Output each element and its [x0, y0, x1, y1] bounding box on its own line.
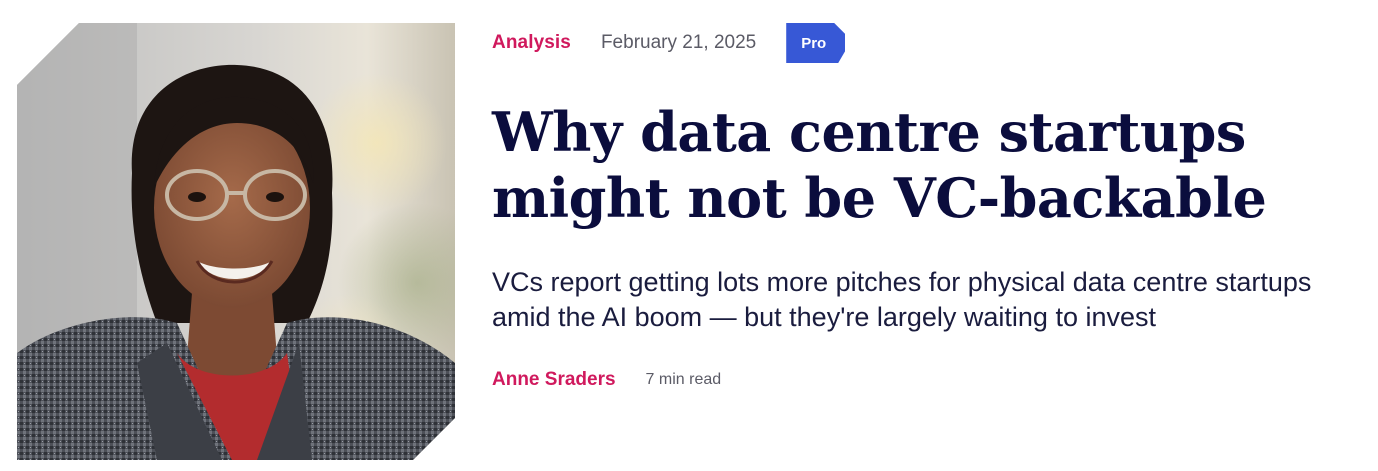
article-content: Analysis February 21, 2025 Pro Why data …	[492, 23, 1372, 391]
author-photo[interactable]	[17, 23, 455, 460]
article-card[interactable]: Analysis February 21, 2025 Pro Why data …	[0, 0, 1378, 471]
publish-date: February 21, 2025	[600, 32, 757, 53]
author-link[interactable]: Anne Sraders	[492, 369, 616, 391]
author-portrait-image	[17, 23, 455, 460]
category-link[interactable]: Analysis	[492, 32, 571, 54]
article-headline[interactable]: Why data centre startups might not be VC…	[492, 99, 1372, 231]
pro-badge: Pro	[786, 23, 846, 63]
read-time: 7 min read	[645, 371, 722, 388]
article-meta: Analysis February 21, 2025 Pro	[492, 23, 1372, 63]
byline: Anne Sraders 7 min read	[492, 369, 1372, 391]
article-dek: VCs report getting lots more pitches for…	[492, 267, 1312, 332]
